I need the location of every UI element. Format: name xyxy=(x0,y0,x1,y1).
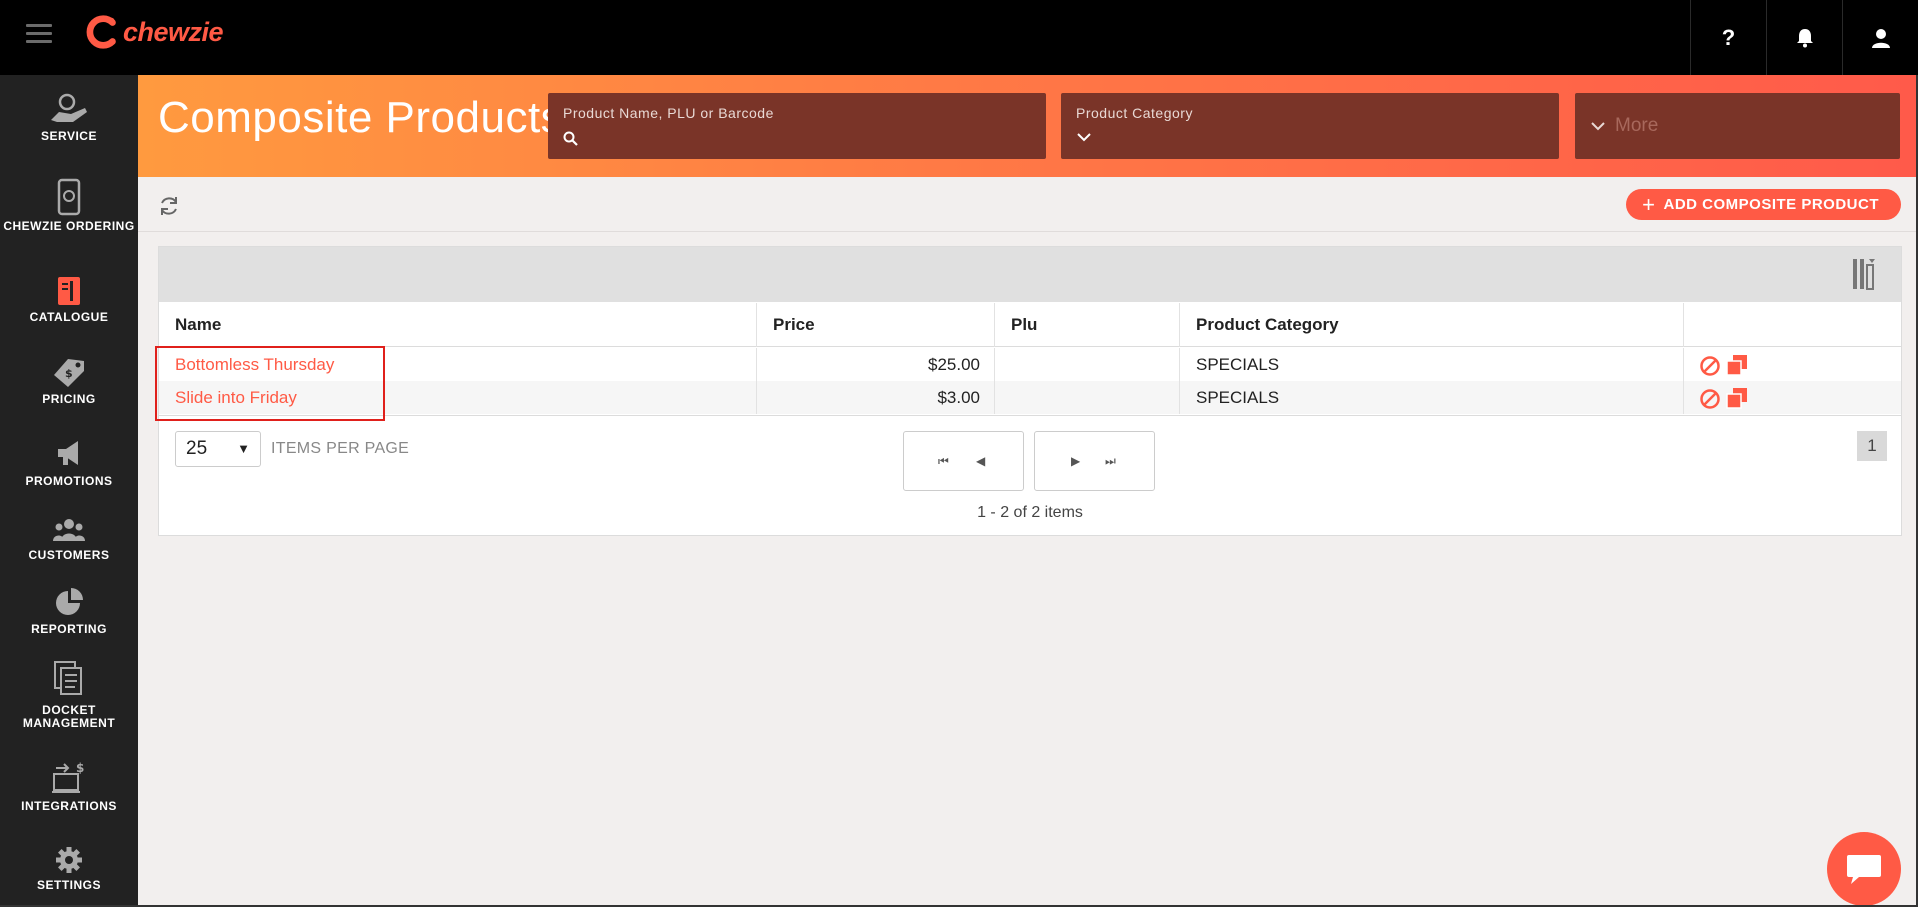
pager-info: 1 - 2 of 2 items xyxy=(977,504,1083,521)
catalogue-icon xyxy=(58,277,80,305)
product-plu xyxy=(994,348,1179,381)
megaphone-icon xyxy=(58,441,78,465)
window-border-bottom xyxy=(0,905,1918,912)
top-bar: chewzie ? xyxy=(0,0,1918,75)
help-button[interactable]: ? xyxy=(1690,0,1766,75)
bell-icon xyxy=(1796,28,1813,47)
gear-icon xyxy=(56,847,82,873)
sidebar-item-reporting[interactable]: REPORTING xyxy=(0,585,138,636)
product-name-link[interactable]: Slide into Friday xyxy=(159,381,756,414)
brand-name: chewzie xyxy=(123,16,224,47)
disable-icon[interactable] xyxy=(1699,388,1721,410)
page-title: Composite Products xyxy=(158,93,564,142)
sidebar-item-pricing[interactable]: $ PRICING xyxy=(0,355,138,406)
product-plu xyxy=(994,381,1179,414)
pie-chart-icon xyxy=(56,588,83,615)
sidebar-item-docket-management[interactable]: DOCKET MANAGEMENT xyxy=(0,660,138,730)
product-name-link[interactable]: Bottomless Thursday xyxy=(159,348,756,381)
pager-next-group: ▶ ⏭ xyxy=(1034,431,1155,491)
customers-icon xyxy=(53,519,85,541)
plus-icon: + xyxy=(1642,191,1656,217)
column-header-product-category[interactable]: Product Category xyxy=(1179,303,1683,347)
search-icon xyxy=(563,131,578,146)
table-header: Name Price Plu Product Category xyxy=(159,303,1901,347)
integrations-icon: $ xyxy=(52,761,84,793)
chewzie-logo[interactable]: chewzie xyxy=(84,12,224,52)
svg-text:$: $ xyxy=(76,761,84,775)
sidebar-item-settings[interactable]: SETTINGS xyxy=(0,845,138,892)
more-filters-button[interactable]: More xyxy=(1575,93,1900,159)
disable-icon[interactable] xyxy=(1699,355,1721,377)
product-price: $3.00 xyxy=(756,381,994,414)
table-row: Slide into Friday $3.00 SPECIALS xyxy=(159,381,1901,414)
chat-button[interactable] xyxy=(1827,832,1901,906)
items-per-page-value: 25 xyxy=(186,438,208,459)
product-price: $25.00 xyxy=(756,348,994,381)
column-header-name[interactable]: Name xyxy=(159,303,756,347)
product-category: SPECIALS xyxy=(1179,348,1683,381)
column-chooser-icon[interactable] xyxy=(1851,257,1879,291)
previous-page-icon[interactable]: ◀ xyxy=(976,454,985,468)
copy-icon[interactable] xyxy=(1725,353,1749,377)
pager-prev-group: ⏮ ◀ xyxy=(903,431,1024,491)
column-header-plu[interactable]: Plu xyxy=(994,303,1179,347)
toolbar: + ADD COMPOSITE PRODUCT xyxy=(138,177,1918,232)
add-composite-product-button[interactable]: + ADD COMPOSITE PRODUCT xyxy=(1626,189,1901,220)
sidebar-item-integrations[interactable]: $ INTEGRATIONS xyxy=(0,760,138,813)
sidebar-item-service[interactable]: SERVICE xyxy=(0,92,138,143)
user-button[interactable] xyxy=(1842,0,1918,75)
products-grid: Name Price Plu Product Category Bottomle… xyxy=(158,246,1902,536)
help-icon: ? xyxy=(1721,24,1736,50)
add-button-label: ADD COMPOSITE PRODUCT xyxy=(1663,196,1879,213)
sidebar-item-customers[interactable]: CUSTOMERS xyxy=(0,515,138,562)
phone-ordering-icon xyxy=(57,178,81,216)
table-row: Bottomless Thursday $25.00 SPECIALS xyxy=(159,348,1901,381)
more-label: More xyxy=(1615,115,1659,136)
items-per-page-label: ITEMS PER PAGE xyxy=(271,440,410,457)
logo-mark-icon xyxy=(86,15,116,49)
copy-icon[interactable] xyxy=(1725,386,1749,410)
svg-text:$: $ xyxy=(65,367,73,380)
category-label: Product Category xyxy=(1076,105,1193,121)
sidebar: SERVICE CHEWZIE ORDERING CATALOGUE $ PRI… xyxy=(0,75,138,912)
pager: 25 ▼ ITEMS PER PAGE ⏮ ◀ ▶ ⏭ 1 - 2 of 2 i… xyxy=(159,415,1901,535)
column-header-price[interactable]: Price xyxy=(756,303,994,347)
menu-icon[interactable] xyxy=(26,24,52,44)
column-header-actions xyxy=(1683,303,1901,347)
sidebar-item-catalogue[interactable]: CATALOGUE xyxy=(0,275,138,324)
docket-icon xyxy=(54,661,82,695)
refresh-icon[interactable] xyxy=(158,195,180,217)
service-icon xyxy=(51,93,87,122)
last-page-icon[interactable]: ⏭ xyxy=(1105,454,1116,469)
user-icon xyxy=(1871,28,1890,48)
sidebar-item-promotions[interactable]: PROMOTIONS xyxy=(0,437,138,488)
product-category: SPECIALS xyxy=(1179,381,1683,414)
next-page-icon[interactable]: ▶ xyxy=(1071,454,1080,468)
page-number-button[interactable]: 1 xyxy=(1857,431,1887,461)
search-label: Product Name, PLU or Barcode xyxy=(563,105,774,121)
first-page-icon[interactable]: ⏮ xyxy=(938,454,949,469)
price-tag-icon: $ xyxy=(54,359,84,387)
chat-icon xyxy=(1847,855,1881,884)
page-header: Composite Products Product Name, PLU or … xyxy=(138,75,1918,177)
search-input[interactable]: Product Name, PLU or Barcode xyxy=(548,93,1046,159)
main-content: Composite Products Product Name, PLU or … xyxy=(138,75,1918,905)
chevron-down-icon xyxy=(1591,122,1605,131)
grid-toolbar xyxy=(159,247,1901,302)
items-per-page-select[interactable]: 25 ▼ xyxy=(175,431,261,467)
dropdown-arrow-icon: ▼ xyxy=(237,441,250,456)
product-category-select[interactable]: Product Category xyxy=(1061,93,1559,159)
sidebar-item-chewzie-ordering[interactable]: CHEWZIE ORDERING xyxy=(0,178,138,233)
chevron-down-icon xyxy=(1077,133,1091,142)
notifications-button[interactable] xyxy=(1766,0,1842,75)
